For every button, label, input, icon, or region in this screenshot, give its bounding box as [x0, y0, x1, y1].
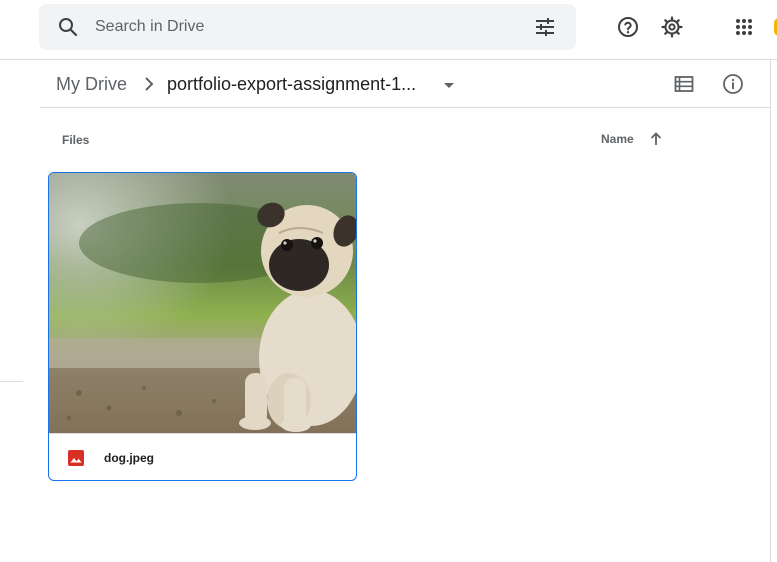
section-title-files: Files	[62, 133, 90, 147]
file-card-footer[interactable]: dog.jpeg	[49, 433, 356, 480]
info-icon[interactable]	[721, 72, 745, 96]
search-input[interactable]	[95, 4, 515, 50]
dog-photo	[49, 173, 356, 433]
search-bar[interactable]	[39, 4, 576, 50]
apps-icon	[736, 19, 752, 35]
settings-button[interactable]	[658, 13, 686, 41]
file-thumbnail[interactable]	[49, 173, 356, 433]
breadcrumb-current-folder[interactable]: portfolio-export-assignment-1...	[167, 72, 416, 96]
sidebar-divider	[0, 381, 23, 382]
arrow-up-icon[interactable]	[647, 130, 665, 148]
tune-icon[interactable]	[533, 15, 557, 39]
breadcrumb-my-drive[interactable]: My Drive	[56, 72, 127, 96]
help-button[interactable]	[614, 13, 642, 41]
search-icon[interactable]	[56, 15, 80, 39]
image-file-icon	[68, 450, 84, 466]
list-view-icon[interactable]	[672, 72, 696, 96]
file-card[interactable]: dog.jpeg	[48, 172, 357, 481]
top-bar	[0, 0, 777, 60]
gear-icon	[661, 16, 683, 38]
sort-by-name-button[interactable]: Name	[601, 132, 634, 146]
details-panel-divider	[770, 60, 771, 562]
file-name: dog.jpeg	[104, 451, 154, 465]
breadcrumb: My Drive portfolio-export-assignment-1..…	[40, 60, 770, 108]
apps-button[interactable]	[730, 13, 758, 41]
chevron-right-icon	[145, 77, 154, 91]
caret-down-icon[interactable]	[437, 73, 461, 97]
help-icon	[618, 17, 638, 37]
